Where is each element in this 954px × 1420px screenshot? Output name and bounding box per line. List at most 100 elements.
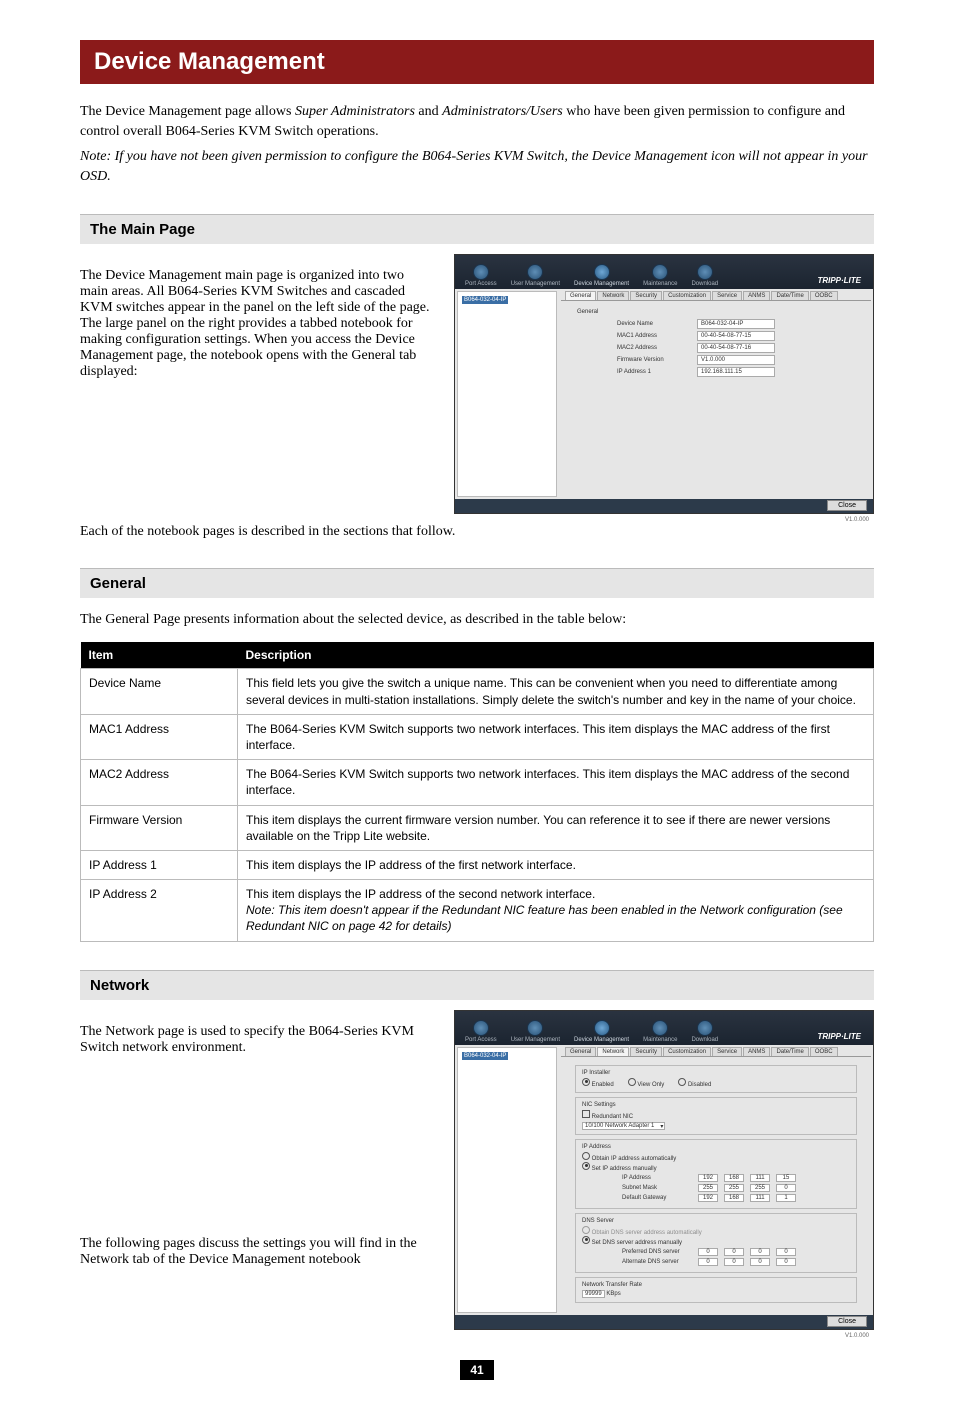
wrench-icon bbox=[652, 264, 668, 280]
radio-ip-manual[interactable] bbox=[582, 1162, 590, 1170]
octet-input[interactable]: 255 bbox=[724, 1184, 744, 1192]
intro-paragraph: The Device Management page allows Super … bbox=[80, 102, 874, 141]
tab-datetime[interactable]: Date/Time bbox=[771, 1047, 808, 1056]
tab-network[interactable]: Network bbox=[597, 1047, 629, 1056]
octet-input[interactable]: 0 bbox=[724, 1248, 744, 1256]
octet-input[interactable]: 0 bbox=[724, 1258, 744, 1266]
tab-network[interactable]: Network bbox=[597, 291, 629, 300]
network-after: The following pages discuss the settings… bbox=[80, 1236, 432, 1268]
field-value[interactable]: 00-40-54-08-77-15 bbox=[697, 331, 775, 341]
screenshot-network: Port Access User Management Device Manag… bbox=[454, 1010, 874, 1330]
octet-input[interactable]: 0 bbox=[776, 1258, 796, 1266]
field-value[interactable]: 00-40-54-08-77-16 bbox=[697, 343, 775, 353]
field-value[interactable]: V1.0.000 bbox=[697, 355, 775, 365]
gear-icon bbox=[594, 1020, 610, 1036]
table-row: IP Address 2This item displays the IP ad… bbox=[81, 880, 874, 942]
octet-input[interactable]: 255 bbox=[698, 1184, 718, 1192]
brand-logo: TRIPP·LITE bbox=[811, 272, 867, 289]
table-row: MAC1 AddressThe B064-Series KVM Switch s… bbox=[81, 714, 874, 759]
octet-input[interactable]: 0 bbox=[698, 1248, 718, 1256]
octet-input[interactable]: 168 bbox=[724, 1194, 744, 1202]
octet-input[interactable]: 0 bbox=[776, 1184, 796, 1192]
octet-input[interactable]: 192 bbox=[698, 1194, 718, 1202]
tab-security[interactable]: Security bbox=[630, 1047, 662, 1056]
nav-device-management[interactable]: Device Management bbox=[570, 1018, 633, 1045]
tree-item[interactable]: B064-032-04-IP bbox=[462, 296, 508, 304]
nav-maintenance[interactable]: Maintenance bbox=[639, 1018, 681, 1045]
ip-row: Alternate DNS server0000 bbox=[622, 1258, 850, 1266]
th-desc: Description bbox=[238, 642, 874, 669]
tab-oobc[interactable]: OOBC bbox=[810, 291, 838, 300]
tab-oobc[interactable]: OOBC bbox=[810, 1047, 838, 1056]
intro-note: Note: If you have not been given permiss… bbox=[80, 147, 874, 186]
page-number: 41 bbox=[80, 1360, 874, 1380]
octet-input[interactable]: 255 bbox=[750, 1184, 770, 1192]
octet-input[interactable]: 192 bbox=[698, 1174, 718, 1182]
tab-service[interactable]: Service bbox=[712, 1047, 742, 1056]
fieldset-dns: DNS Server Obtain DNS server address aut… bbox=[575, 1213, 857, 1273]
brand-logo: TRIPP·LITE bbox=[811, 1028, 867, 1045]
nav-device-management[interactable]: Device Management bbox=[570, 262, 633, 289]
user-icon bbox=[527, 264, 543, 280]
general-field-row: MAC1 Address00-40-54-08-77-15 bbox=[617, 331, 855, 341]
tab-customization[interactable]: Customization bbox=[663, 1047, 711, 1056]
select-adapter[interactable]: 10/100 Network Adapter 1 bbox=[582, 1122, 665, 1130]
nav-port-access[interactable]: Port Access bbox=[461, 1018, 501, 1045]
octet-input[interactable]: 1 bbox=[776, 1194, 796, 1202]
checkbox-redundant-nic[interactable] bbox=[582, 1110, 590, 1118]
radio-dns-manual[interactable] bbox=[582, 1236, 590, 1244]
tab-anms[interactable]: ANMS bbox=[743, 1047, 770, 1056]
nav-maintenance[interactable]: Maintenance bbox=[639, 262, 681, 289]
tab-strip: General Network Security Customization S… bbox=[561, 291, 871, 301]
nav-user-management[interactable]: User Management bbox=[507, 1018, 564, 1045]
gear-icon bbox=[594, 264, 610, 280]
version-label: V1.0.000 bbox=[845, 517, 869, 523]
globe-icon bbox=[473, 264, 489, 280]
radio-view-only[interactable]: View Only bbox=[628, 1078, 665, 1088]
tab-anms[interactable]: ANMS bbox=[743, 291, 770, 300]
radio-ip-auto[interactable] bbox=[582, 1152, 590, 1160]
tab-customization[interactable]: Customization bbox=[663, 291, 711, 300]
general-field-row: MAC2 Address00-40-54-08-77-16 bbox=[617, 343, 855, 353]
tree-item[interactable]: B064-032-04-IP bbox=[462, 1052, 508, 1060]
ip-row: Default Gateway1921681111 bbox=[622, 1194, 850, 1202]
radio-enabled[interactable]: Enabled bbox=[582, 1078, 614, 1088]
close-button[interactable]: Close bbox=[827, 1316, 867, 1327]
user-icon bbox=[527, 1020, 543, 1036]
octet-input[interactable]: 111 bbox=[750, 1194, 770, 1202]
device-tree[interactable]: B064-032-04-IP bbox=[457, 291, 557, 497]
octet-input[interactable]: 0 bbox=[750, 1258, 770, 1266]
octet-input[interactable]: 0 bbox=[750, 1248, 770, 1256]
ip-row: Subnet Mask2552552550 bbox=[622, 1184, 850, 1192]
general-field-row: Device NameB064-032-04-IP bbox=[617, 319, 855, 329]
field-value[interactable]: 192.168.111.15 bbox=[697, 367, 775, 377]
device-tree[interactable]: B064-032-04-IP bbox=[457, 1047, 557, 1313]
tab-service[interactable]: Service bbox=[712, 291, 742, 300]
page-title: Device Management bbox=[80, 40, 874, 84]
octet-input[interactable]: 15 bbox=[776, 1174, 796, 1182]
input-transfer-rate[interactable]: 99999 bbox=[582, 1290, 605, 1298]
field-value[interactable]: B064-032-04-IP bbox=[697, 319, 775, 329]
close-button[interactable]: Close bbox=[827, 500, 867, 511]
table-row: Firmware VersionThis item displays the c… bbox=[81, 805, 874, 850]
octet-input[interactable]: 0 bbox=[698, 1258, 718, 1266]
tab-security[interactable]: Security bbox=[630, 291, 662, 300]
fieldset-transfer-rate: Network Transfer Rate 99999 KBps bbox=[575, 1277, 857, 1303]
nav-download[interactable]: Download bbox=[687, 1018, 722, 1045]
section-heading-general: General bbox=[80, 568, 874, 598]
table-row: Device NameThis field lets you give the … bbox=[81, 669, 874, 714]
nav-port-access[interactable]: Port Access bbox=[461, 262, 501, 289]
tab-datetime[interactable]: Date/Time bbox=[771, 291, 808, 300]
tab-general[interactable]: General bbox=[565, 291, 596, 300]
radio-disabled[interactable]: Disabled bbox=[678, 1078, 711, 1088]
octet-input[interactable]: 0 bbox=[776, 1248, 796, 1256]
nav-download[interactable]: Download bbox=[687, 262, 722, 289]
nav-user-management[interactable]: User Management bbox=[507, 262, 564, 289]
wrench-icon bbox=[652, 1020, 668, 1036]
octet-input[interactable]: 111 bbox=[750, 1174, 770, 1182]
radio-dns-auto[interactable] bbox=[582, 1226, 590, 1234]
tab-general[interactable]: General bbox=[565, 1047, 596, 1056]
intro-block: The Device Management page allows Super … bbox=[80, 102, 874, 186]
octet-input[interactable]: 168 bbox=[724, 1174, 744, 1182]
table-row: MAC2 AddressThe B064-Series KVM Switch s… bbox=[81, 760, 874, 805]
